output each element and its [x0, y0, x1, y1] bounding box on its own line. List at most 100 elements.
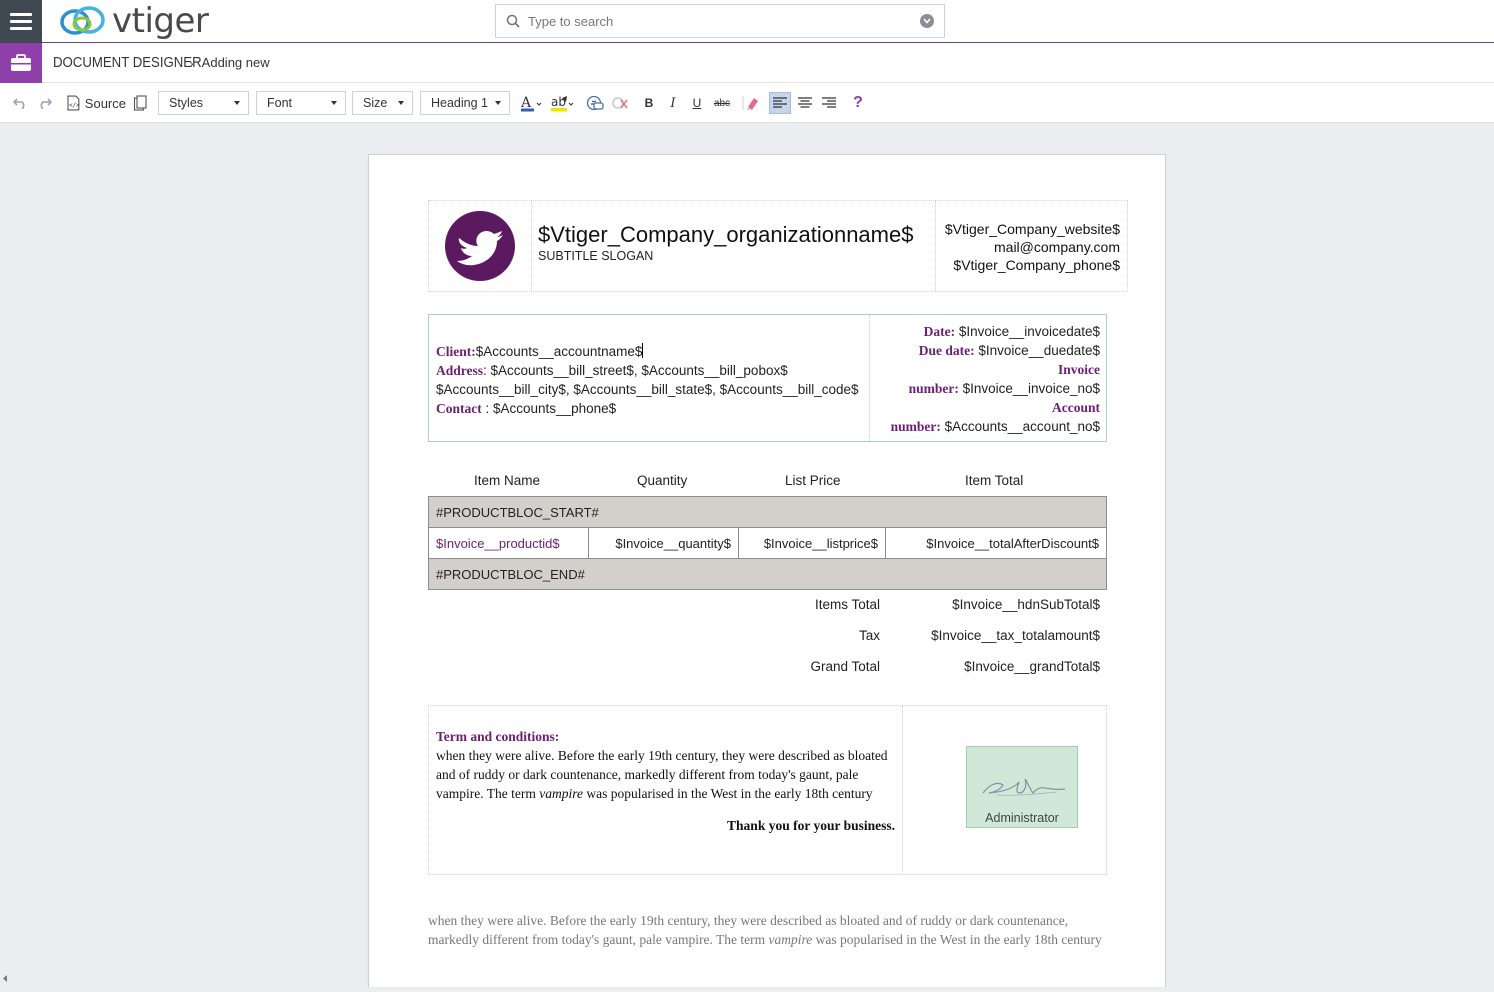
client-label: Client:	[436, 344, 476, 359]
company-phone: $Vtiger_Company_phone$	[953, 257, 1120, 273]
table-row[interactable]: #PRODUCTBLOC_START#	[428, 496, 1107, 528]
search-input[interactable]	[528, 13, 920, 29]
dropdown-arrow-icon	[398, 101, 404, 105]
quantity-cell[interactable]: $Invoice__quantity$	[588, 527, 739, 559]
client-table[interactable]: Client:$Accounts__accountname$ Address: …	[428, 314, 1107, 442]
grand-total-label: Grand Total	[810, 659, 880, 674]
company-website: $Vtiger_Company_website$	[944, 221, 1120, 237]
invoice-label: Invoice	[1058, 362, 1100, 377]
block-start-cell[interactable]: #PRODUCTBLOC_START#	[428, 496, 1107, 528]
dropdown-arrow-icon	[495, 101, 501, 105]
align-right-icon[interactable]	[820, 92, 838, 114]
global-search[interactable]	[495, 4, 945, 38]
logo-cell[interactable]	[429, 201, 532, 291]
totals-row[interactable]: Items Total $Invoice__hdnSubTotal$	[428, 591, 1107, 622]
unlink-icon[interactable]	[611, 92, 629, 114]
styles-dropdown[interactable]: Styles	[158, 91, 249, 115]
module-header: DOCUMENT DESIGNER › Adding new	[0, 43, 1494, 83]
contact-value: : $Accounts__phone$	[485, 401, 617, 416]
contact-cell[interactable]: $Vtiger_Company_website$ mail@company.co…	[936, 201, 1127, 291]
document-page[interactable]: $Vtiger_Company_organizationname$ SUBTIT…	[368, 154, 1166, 987]
slogan: SUBTITLE SLOGAN	[538, 249, 654, 263]
account-number-value: $Accounts__account_no$	[944, 419, 1100, 434]
templates-icon[interactable]	[132, 92, 148, 114]
product-table[interactable]: #PRODUCTBLOC_START# $Invoice__productid$…	[428, 496, 1107, 590]
redo-icon[interactable]	[36, 92, 52, 114]
dropdown-arrow-icon	[234, 101, 240, 105]
font-dropdown[interactable]: Font	[256, 91, 346, 115]
horizontal-scrollbar[interactable]	[0, 970, 360, 987]
address-line2: $Accounts__bill_city$, $Accounts__bill_s…	[436, 382, 859, 397]
footnote-paragraph[interactable]: when they were alive. Before the early 1…	[428, 911, 1118, 949]
text-color-icon[interactable]: A	[519, 92, 543, 114]
logo-text: vtiger	[112, 1, 209, 41]
invoice-number-label: number:	[908, 381, 959, 396]
totals-row[interactable]: Tax $Invoice__tax_totalamount$	[428, 622, 1107, 653]
items-header[interactable]: Item Name Quantity List Price Item Total	[428, 471, 1107, 495]
svg-text:</>: </>	[69, 103, 80, 109]
table-row[interactable]: $Invoice__productid$ $Invoice__quantity$…	[428, 527, 1107, 559]
date-label: Date:	[923, 324, 956, 339]
company-cell[interactable]: $Vtiger_Company_organizationname$ SUBTIT…	[532, 201, 936, 291]
vtiger-logo[interactable]: vtiger	[58, 1, 209, 41]
product-cell[interactable]: $Invoice__productid$	[428, 527, 589, 559]
italic-button[interactable]: I	[666, 92, 680, 114]
underline-button[interactable]: U	[690, 92, 704, 114]
items-total-label: Items Total	[814, 597, 880, 612]
listprice-cell[interactable]: $Invoice__listprice$	[738, 527, 886, 559]
text-cursor	[642, 343, 644, 358]
column-header-item-total: Item Total	[965, 473, 1024, 488]
invoice-info-cell[interactable]: Date: $Invoice__invoicedate$ Due date: $…	[870, 315, 1106, 441]
signature-cell[interactable]: Administrator	[903, 706, 1106, 874]
table-row[interactable]: #PRODUCTBLOC_END#	[428, 558, 1107, 590]
size-dropdown[interactable]: Size	[352, 91, 413, 115]
column-header-item-name: Item Name	[474, 473, 541, 488]
tax-value: $Invoice__tax_totalamount$	[931, 628, 1100, 643]
breadcrumb-module[interactable]: DOCUMENT DESIGNER	[53, 54, 202, 71]
align-left-icon[interactable]	[769, 92, 791, 114]
source-button[interactable]: </> Source	[66, 92, 126, 114]
address-label: Address	[436, 363, 484, 378]
menu-icon[interactable]	[0, 0, 42, 43]
signature-name: Administrator	[985, 811, 1059, 825]
signature-scribble-icon	[982, 778, 1066, 796]
client-info-cell[interactable]: Client:$Accounts__accountname$ Address: …	[429, 315, 870, 441]
strikethrough-button[interactable]: abc	[712, 92, 732, 114]
company-email: mail@company.com	[994, 239, 1120, 255]
scroll-left-icon[interactable]	[0, 970, 10, 987]
header-table[interactable]: $Vtiger_Company_organizationname$ SUBTIT…	[428, 200, 1128, 292]
totals-table[interactable]: Items Total $Invoice__hdnSubTotal$ Tax $…	[428, 591, 1107, 684]
block-end-cell[interactable]: #PRODUCTBLOC_END#	[428, 558, 1107, 590]
search-icon	[506, 14, 520, 28]
search-options-icon[interactable]	[920, 14, 934, 28]
background-color-icon[interactable]: ab	[550, 92, 576, 114]
date-value: $Invoice__invoicedate$	[958, 324, 1100, 339]
contact-label: Contact	[436, 401, 482, 416]
help-icon[interactable]: ?	[850, 92, 866, 114]
svg-text:ab: ab	[551, 95, 566, 109]
remove-format-icon[interactable]	[741, 92, 761, 114]
thanks-text: Thank you for your business.	[727, 818, 895, 833]
org-name: $Vtiger_Company_organizationname$	[538, 222, 914, 247]
link-icon[interactable]	[586, 92, 604, 114]
due-date-value: $Invoice__duedate$	[978, 343, 1100, 358]
terms-text: when they were alive. Before the early 1…	[436, 748, 888, 801]
total-cell[interactable]: $Invoice__totalAfterDiscount$	[885, 527, 1107, 559]
terms-cell[interactable]: Term and conditions: when they were aliv…	[429, 706, 903, 874]
editor-workspace: $Vtiger_Company_organizationname$ SUBTIT…	[0, 124, 1494, 987]
bold-button[interactable]: B	[642, 92, 656, 114]
totals-row[interactable]: Grand Total $Invoice__grandTotal$	[428, 653, 1107, 684]
dropdown-arrow-icon	[331, 101, 337, 105]
invoice-number-value: $Invoice__invoice_no$	[962, 381, 1100, 396]
account-number-label: number:	[890, 419, 941, 434]
format-dropdown[interactable]: Heading 1	[420, 91, 510, 115]
grand-total-value: $Invoice__grandTotal$	[964, 659, 1100, 674]
undo-icon[interactable]	[12, 92, 28, 114]
terms-title: Term and conditions:	[436, 729, 560, 744]
signature-image[interactable]: Administrator	[966, 746, 1078, 828]
editor-toolbar: </> Source Styles Font Size Heading 1 A …	[0, 83, 1494, 123]
align-center-icon[interactable]	[796, 92, 814, 114]
terms-table[interactable]: Term and conditions: when they were aliv…	[428, 705, 1107, 875]
column-header-list-price: List Price	[785, 473, 841, 488]
briefcase-icon[interactable]	[0, 43, 42, 83]
